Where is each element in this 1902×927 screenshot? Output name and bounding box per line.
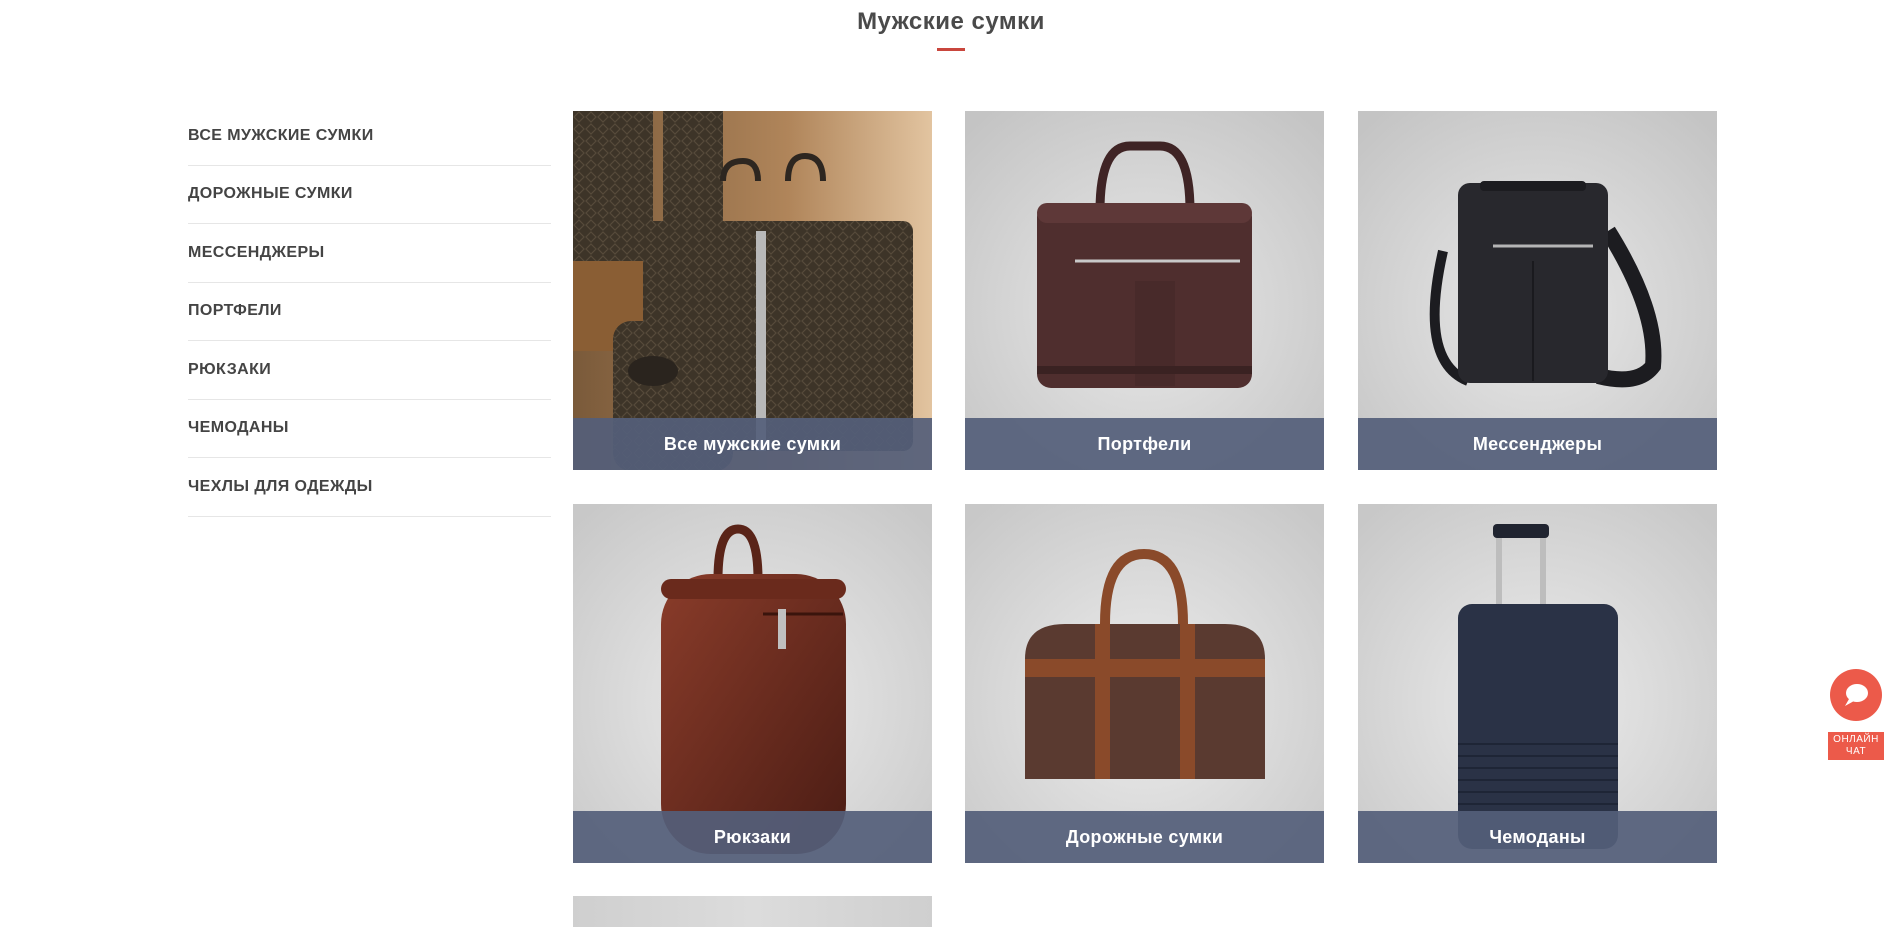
category-tile-briefcases[interactable]: Портфели: [965, 111, 1324, 470]
garment-cover-image: [573, 896, 932, 927]
tile-caption: Дорожные сумки: [965, 811, 1324, 863]
brown-duffel-bag-image: [965, 504, 1324, 863]
category-tile-travel-bags[interactable]: Дорожные сумки: [965, 504, 1324, 863]
tile-caption: Все мужские сумки: [573, 418, 932, 470]
chat-button[interactable]: [1830, 669, 1882, 721]
category-page: Мужские сумки ВСЕ МУЖСКИЕ СУМКИ ДОРОЖНЫЕ…: [0, 0, 1902, 927]
chat-label-line1: ОНЛАЙН: [1833, 734, 1879, 745]
sidebar-item-messengers[interactable]: МЕССЕНДЖЕРЫ: [188, 224, 551, 283]
category-tile-all-mens-bags[interactable]: Все мужские сумки: [573, 111, 932, 470]
tile-caption: Чемоданы: [1358, 811, 1717, 863]
category-sidebar: ВСЕ МУЖСКИЕ СУМКИ ДОРОЖНЫЕ СУМКИ МЕССЕНД…: [188, 107, 551, 517]
tile-caption: Портфели: [965, 418, 1324, 470]
tile-caption: Мессенджеры: [1358, 418, 1717, 470]
black-messenger-bag-image: [1358, 111, 1717, 470]
page-title: Мужские сумки: [857, 8, 1045, 35]
title-underline: [937, 48, 965, 51]
sidebar-item-briefcases[interactable]: ПОРТФЕЛИ: [188, 283, 551, 341]
sidebar-item-garment-covers[interactable]: ЧЕХЛЫ ДЛЯ ОДЕЖДЫ: [188, 458, 551, 517]
category-tile-messengers[interactable]: Мессенджеры: [1358, 111, 1717, 470]
brown-briefcase-image: [965, 111, 1324, 470]
monogram-bag-set-image: [573, 111, 932, 470]
sidebar-item-travel-bags[interactable]: ДОРОЖНЫЕ СУМКИ: [188, 166, 551, 224]
chat-label[interactable]: ОНЛАЙН ЧАТ: [1828, 732, 1884, 760]
category-tile-backpacks[interactable]: Рюкзаки: [573, 504, 932, 863]
tile-caption: Рюкзаки: [573, 811, 932, 863]
chat-label-line2: ЧАТ: [1845, 746, 1867, 757]
sidebar-item-suitcases[interactable]: ЧЕМОДАНЫ: [188, 400, 551, 458]
navy-suitcase-image: [1358, 504, 1717, 863]
sidebar-item-backpacks[interactable]: РЮКЗАКИ: [188, 341, 551, 400]
category-tile-garment-covers[interactable]: [573, 896, 932, 927]
sidebar-item-all-mens-bags[interactable]: ВСЕ МУЖСКИЕ СУМКИ: [188, 107, 551, 166]
brown-leather-backpack-image: [573, 504, 932, 863]
chat-bubble-icon: [1845, 684, 1868, 706]
category-tile-suitcases[interactable]: Чемоданы: [1358, 504, 1717, 863]
